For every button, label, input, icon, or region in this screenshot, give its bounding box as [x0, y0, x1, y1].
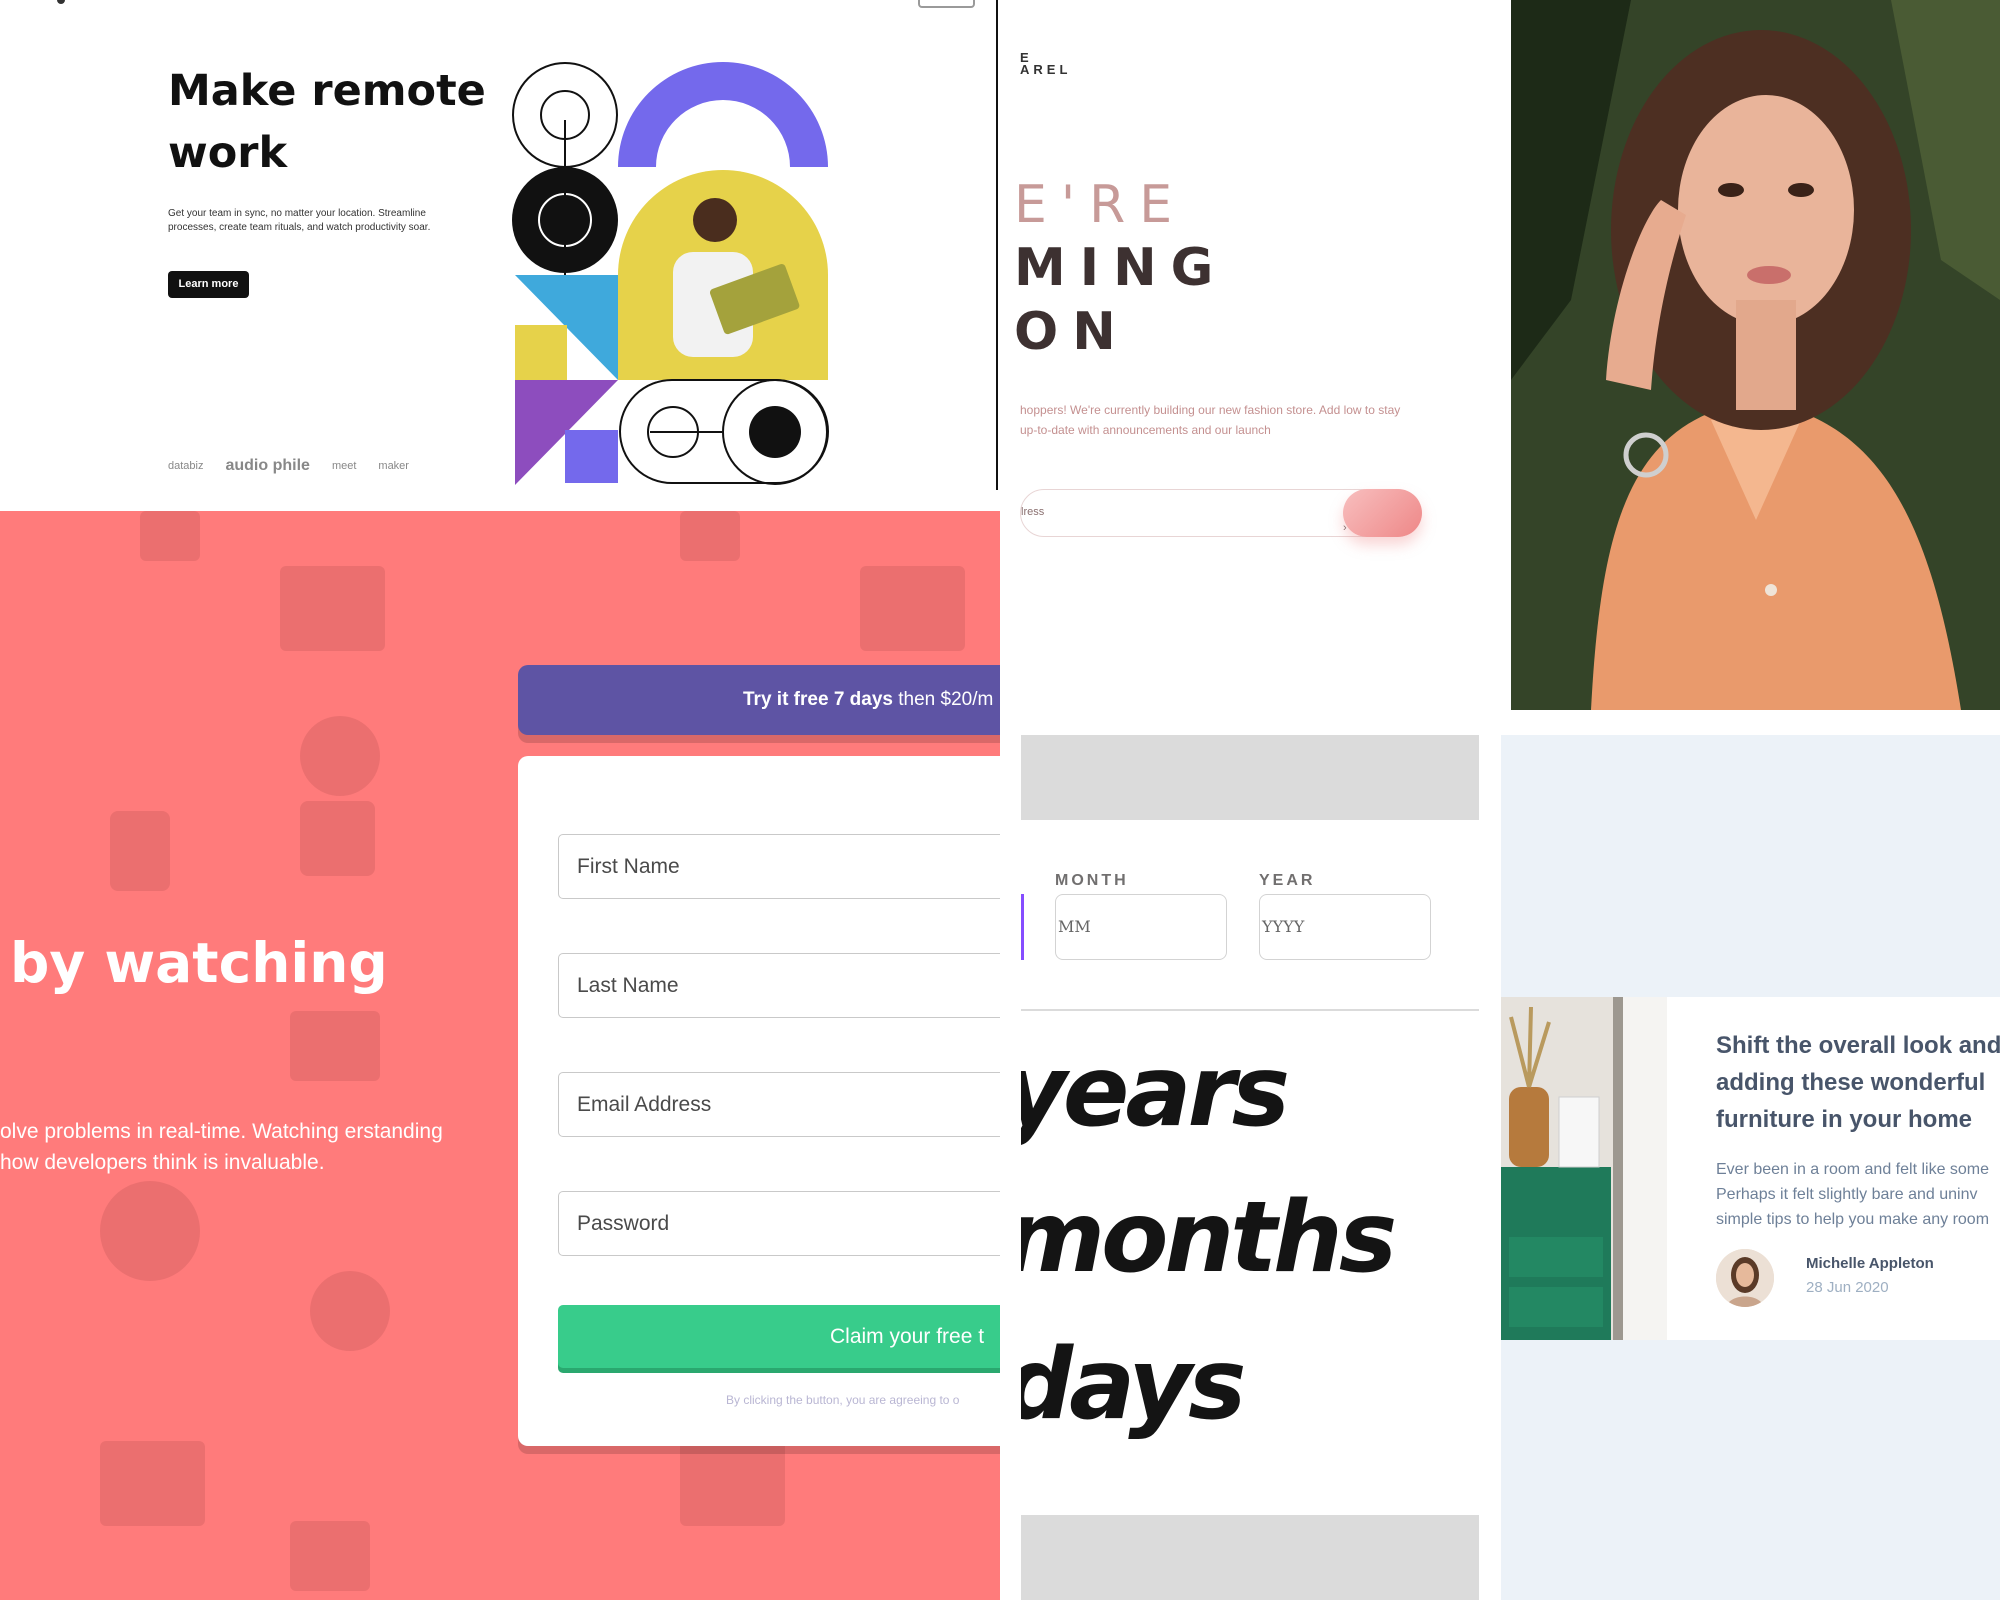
- menu-button[interactable]: [918, 0, 975, 8]
- nav-logo-fragment: [57, 0, 65, 4]
- chevron-right-icon: ›: [1343, 522, 1347, 534]
- claim-trial-button[interactable]: Claim your free t: [558, 1305, 1000, 1368]
- article-date: 28 Jun 2020: [1806, 1279, 1889, 1296]
- month-label: MONTH: [1055, 872, 1129, 889]
- author-name: Michelle Appleton: [1806, 1255, 1934, 1272]
- remote-work-panel: Make remote work Get your team in sync, …: [0, 0, 998, 510]
- client-logo-databiz: databiz: [168, 460, 204, 472]
- top-gray-bar: [1021, 735, 1479, 820]
- article-excerpt: Ever been in a room and felt like some P…: [1716, 1161, 1990, 1228]
- coming-soon-panel: E AREL E'RE MING ON hoppers! We're curre…: [1000, 0, 1508, 720]
- age-calculator-panel: MONTH YEAR MM YYYY years months days: [1021, 735, 1479, 1600]
- year-input[interactable]: YYYY: [1259, 894, 1431, 960]
- promo-bold-text: Try it free 7 days: [743, 689, 893, 710]
- hero-headline: by watching: [10, 931, 388, 995]
- brand-logo-line2: AREL: [1020, 62, 1072, 77]
- bottom-gray-bar: [1021, 1515, 1479, 1600]
- portrait-image: [1511, 0, 2000, 710]
- article-title[interactable]: Shift the overall look and adding these …: [1716, 1027, 2000, 1138]
- client-logo-audiophile: audio phile: [225, 457, 310, 474]
- learn-more-button[interactable]: Learn more: [168, 271, 249, 298]
- submit-button[interactable]: ›: [1343, 489, 1422, 537]
- signup-form: First Name Last Name Email Address Passw…: [518, 756, 1000, 1446]
- panel-divider: [996, 0, 998, 490]
- heading-line-2: MING: [1014, 238, 1228, 298]
- client-logos: databiz audio phile meet maker: [168, 457, 409, 474]
- months-result: months: [1021, 1181, 1397, 1295]
- article-preview-panel: Shift the overall look and adding these …: [1501, 735, 2000, 1600]
- portrait-photo: [1511, 0, 2000, 710]
- hero-title: Make remote work: [168, 66, 486, 178]
- day-input-edge[interactable]: [1021, 894, 1024, 960]
- avatar: [1716, 1249, 1774, 1307]
- first-name-field[interactable]: First Name: [558, 834, 1000, 899]
- drawers-image: [1501, 997, 1667, 1340]
- hero-description: Get your team in sync, no matter your lo…: [168, 208, 431, 233]
- heading-line-3: ON: [1014, 302, 1130, 362]
- email-placeholder: lress: [1021, 506, 1045, 518]
- heading-line-1: E'RE: [1014, 175, 1187, 235]
- client-logo-meet: meet: [331, 460, 357, 472]
- terms-text: By clicking the button, you are agreeing…: [726, 1393, 960, 1407]
- coming-soon-paragraph: hoppers! We're currently building our ne…: [1020, 403, 1401, 437]
- article-image: [1501, 997, 1667, 1340]
- year-label: YEAR: [1259, 872, 1316, 889]
- article-card[interactable]: Shift the overall look and adding these …: [1501, 997, 2000, 1340]
- hero-illustration: [512, 62, 829, 485]
- years-result: years: [1021, 1035, 1290, 1149]
- email-field[interactable]: Email Address: [558, 1072, 1000, 1137]
- days-result: days: [1021, 1328, 1246, 1442]
- signup-panel: by watching olve problems in real-time. …: [0, 511, 1000, 1600]
- month-input[interactable]: MM: [1055, 894, 1227, 960]
- divider: [1021, 1009, 1479, 1011]
- hero-subtext: olve problems in real-time. Watching ers…: [0, 1120, 443, 1174]
- email-input[interactable]: lress ›: [1020, 489, 1422, 537]
- last-name-field[interactable]: Last Name: [558, 953, 1000, 1018]
- client-logo-maker: maker: [378, 460, 409, 472]
- promo-price-text: then $20/m: [892, 689, 994, 710]
- promo-banner: Try it free 7 days then $20/m: [518, 665, 1000, 735]
- brand-logo: E AREL: [1020, 51, 1072, 77]
- password-field[interactable]: Password: [558, 1191, 1000, 1256]
- author-photo: [1716, 1249, 1774, 1307]
